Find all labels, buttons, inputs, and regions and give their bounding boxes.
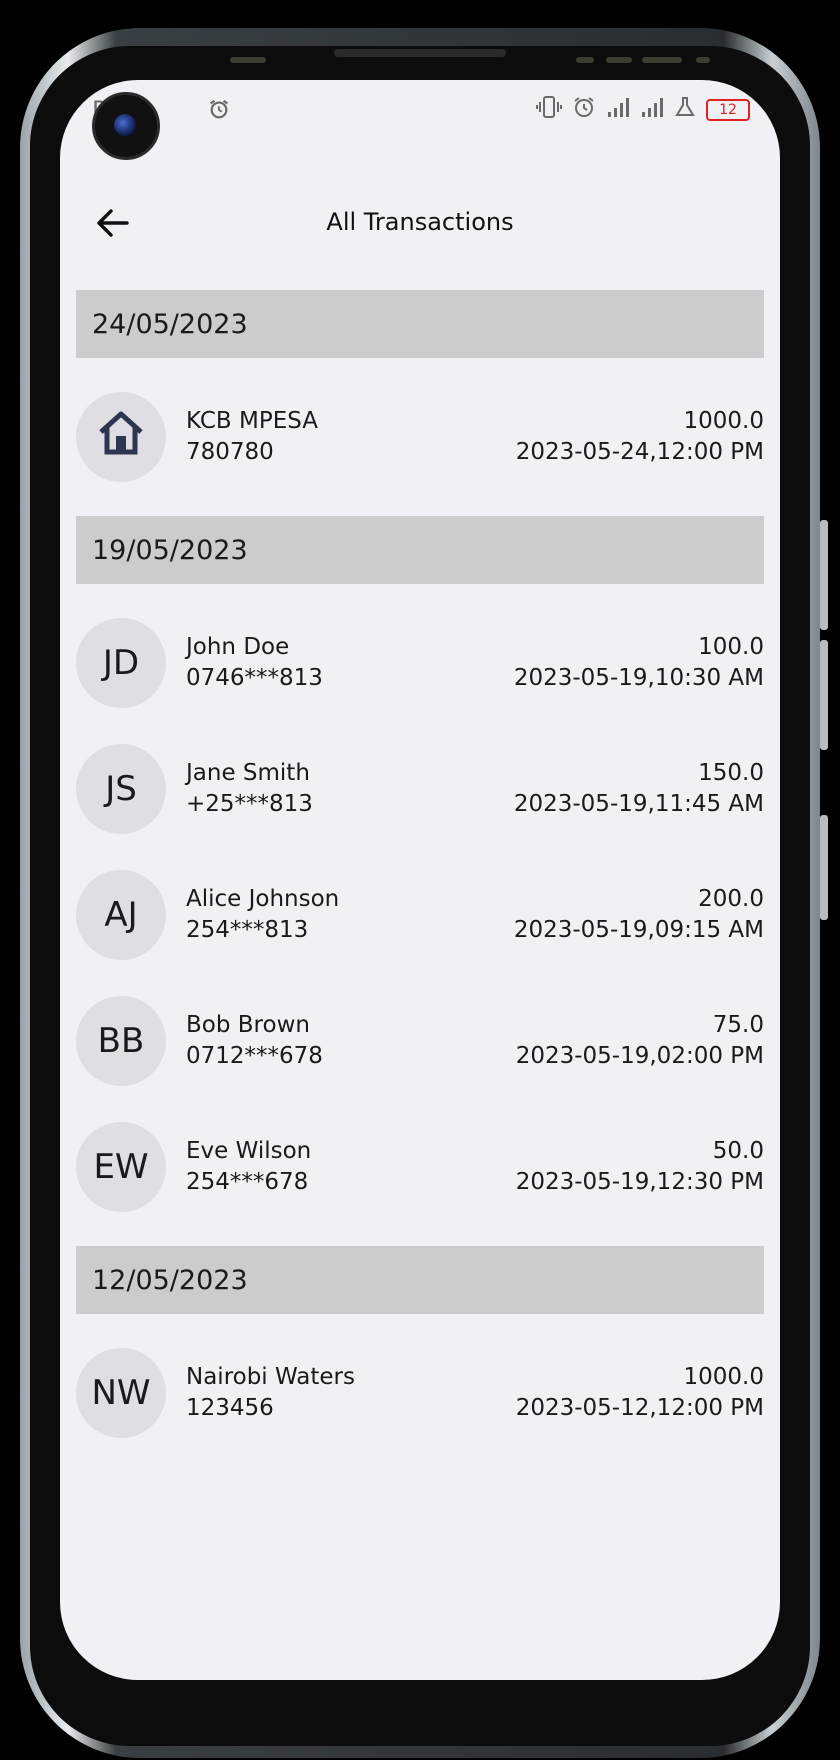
transaction-row[interactable]: JD John Doe 0746***813 100.0 2023-05-19,… [76, 600, 764, 726]
transaction-name: KCB MPESA [186, 408, 318, 434]
signal-icon [606, 96, 630, 124]
front-camera [92, 92, 160, 160]
sensor [606, 57, 632, 63]
transaction-datetime: 2023-05-19,10:30 AM [513, 665, 764, 691]
app-screen: PM 12 Al [60, 80, 780, 1680]
volume-button [820, 520, 828, 630]
transaction-row[interactable]: AJ Alice Johnson 254***813 200.0 2023-05… [76, 852, 764, 978]
transaction-datetime: 2023-05-19,12:30 PM [515, 1169, 764, 1195]
date-header: 12/05/2023 [76, 1246, 764, 1314]
transaction-row[interactable]: BB Bob Brown 0712***678 75.0 2023-05-19,… [76, 978, 764, 1104]
transaction-account: 780780 [186, 439, 274, 465]
transaction-row[interactable]: NW Nairobi Waters 123456 1000.0 2023-05-… [76, 1330, 764, 1456]
transaction-row[interactable]: JS Jane Smith +25***813 150.0 2023-05-19… [76, 726, 764, 852]
avatar: AJ [76, 870, 166, 960]
transaction-amount: 100.0 [698, 634, 764, 660]
date-header: 19/05/2023 [76, 516, 764, 584]
power-button [820, 815, 828, 920]
sensor [642, 57, 682, 63]
transaction-account: 123456 [186, 1395, 274, 1421]
sensor [230, 57, 266, 63]
avatar [76, 392, 166, 482]
transaction-name: Alice Johnson [186, 886, 340, 912]
avatar: JS [76, 744, 166, 834]
home-icon [96, 408, 146, 467]
transaction-datetime: 2023-05-24,12:00 PM [515, 439, 764, 465]
avatar: JD [76, 618, 166, 708]
transaction-amount: 50.0 [712, 1138, 764, 1164]
flask-icon [674, 96, 696, 124]
alarm-icon [208, 98, 230, 126]
vibrate-icon [536, 95, 562, 125]
transaction-datetime: 2023-05-12,12:00 PM [515, 1395, 764, 1421]
transaction-name: John Doe [186, 634, 290, 660]
alarm-icon [572, 95, 596, 125]
sensor [576, 57, 594, 63]
sensor [696, 57, 710, 63]
transaction-account: 254***813 [186, 917, 309, 943]
transaction-name: Jane Smith [186, 760, 310, 786]
transaction-account: 0712***678 [186, 1043, 323, 1069]
avatar: BB [76, 996, 166, 1086]
transaction-list: 24/05/2023 KCB MPESA 780780 1000.0 2023-… [76, 290, 764, 1456]
transaction-account: 0746***813 [186, 665, 323, 691]
transaction-name: Eve Wilson [186, 1138, 312, 1164]
transaction-name: Nairobi Waters [186, 1364, 355, 1390]
transaction-datetime: 2023-05-19,09:15 AM [513, 917, 764, 943]
earpiece-speaker [334, 49, 506, 57]
transaction-datetime: 2023-05-19,02:00 PM [515, 1043, 764, 1069]
transaction-row[interactable]: EW Eve Wilson 254***678 50.0 2023-05-19,… [76, 1104, 764, 1230]
transaction-amount: 200.0 [698, 886, 764, 912]
date-header: 24/05/2023 [76, 290, 764, 358]
transaction-row[interactable]: KCB MPESA 780780 1000.0 2023-05-24,12:00… [76, 374, 764, 500]
transaction-datetime: 2023-05-19,11:45 AM [513, 791, 764, 817]
battery-icon: 12 [706, 99, 750, 121]
app-header: All Transactions [60, 190, 780, 260]
avatar: NW [76, 1348, 166, 1438]
transaction-amount: 75.0 [712, 1012, 764, 1038]
transaction-amount: 1000.0 [683, 1364, 764, 1390]
volume-button [820, 640, 828, 750]
status-bar: PM 12 [60, 80, 780, 140]
status-icons: 12 [536, 95, 750, 125]
transaction-account: +25***813 [186, 791, 313, 817]
transaction-name: Bob Brown [186, 1012, 310, 1038]
transaction-amount: 150.0 [698, 760, 764, 786]
avatar: EW [76, 1122, 166, 1212]
transaction-account: 254***678 [186, 1169, 309, 1195]
signal-icon [640, 96, 664, 124]
page-title: All Transactions [326, 208, 514, 236]
transaction-amount: 1000.0 [683, 408, 764, 434]
